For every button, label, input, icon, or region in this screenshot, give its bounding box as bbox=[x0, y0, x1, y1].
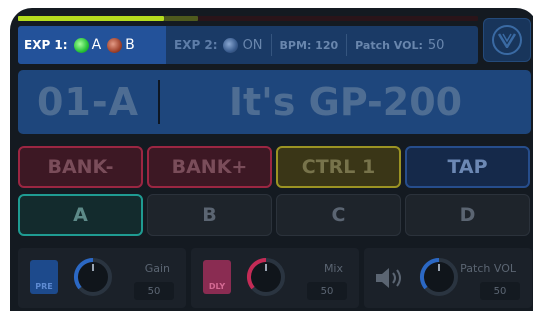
valeton-logo-icon bbox=[492, 25, 522, 55]
bank-up-button[interactable]: BANK+ bbox=[147, 146, 272, 188]
exp1-option-a[interactable]: A bbox=[73, 37, 102, 53]
exp1-group: EXP 1: A B bbox=[18, 26, 166, 64]
logo-button[interactable] bbox=[483, 18, 531, 62]
footswitch-c[interactable]: C bbox=[276, 194, 401, 236]
exp1-label: EXP 1: bbox=[24, 38, 68, 52]
dly-module[interactable]: DLY Mix 50 bbox=[191, 248, 359, 308]
patch-vol-param-label: Patch VOL bbox=[460, 262, 516, 275]
patch-vol-label: Patch VOL: bbox=[355, 38, 423, 52]
patch-vol-param-value: 50 bbox=[480, 282, 520, 300]
mix-knob-icon[interactable] bbox=[245, 256, 287, 298]
patch-vol-group[interactable]: Patch VOL: 50 bbox=[347, 33, 452, 57]
footswitch-d[interactable]: D bbox=[405, 194, 530, 236]
pre-module[interactable]: PRE Gain 50 bbox=[18, 248, 186, 308]
control-row: BANK- BANK+ CTRL 1 TAP bbox=[18, 146, 530, 188]
gain-knob-icon[interactable] bbox=[72, 256, 114, 298]
device-screen: EXP 1: A B EXP 2: ON BPM: 120 Patch VOL:… bbox=[10, 8, 533, 311]
patch-name: It's GP-200 bbox=[228, 80, 463, 124]
footswitch-row: A B C D bbox=[18, 194, 530, 236]
exp2-label: EXP 2: bbox=[174, 38, 218, 52]
footswitch-a[interactable]: A bbox=[18, 194, 143, 236]
speaker-icon bbox=[374, 266, 404, 296]
status-bar: EXP 1: A B EXP 2: ON BPM: 120 Patch VOL:… bbox=[18, 26, 478, 64]
patch-number: 01-A bbox=[36, 80, 140, 124]
gain-value: 50 bbox=[134, 282, 174, 300]
bpm-group[interactable]: BPM: 120 bbox=[272, 33, 347, 57]
exp1-option-b-label: B bbox=[125, 37, 135, 53]
volume-module[interactable]: Patch VOL 50 bbox=[364, 248, 532, 308]
exp2-value: ON bbox=[242, 37, 263, 53]
mix-value: 50 bbox=[307, 282, 347, 300]
level-meter bbox=[18, 16, 478, 21]
exp2-group[interactable]: EXP 2: ON bbox=[166, 33, 271, 57]
mix-label: Mix bbox=[323, 262, 343, 275]
exp1-option-a-label: A bbox=[91, 37, 102, 53]
gain-label: Gain bbox=[144, 262, 170, 275]
active-indicator-icon bbox=[73, 37, 89, 53]
bank-down-button[interactable]: BANK- bbox=[18, 146, 143, 188]
module-strip: PRE Gain 50 DLY Mix 50 Patch VOL 50 bbox=[18, 248, 532, 308]
ctrl1-button[interactable]: CTRL 1 bbox=[276, 146, 401, 188]
exp1-option-b[interactable]: B bbox=[107, 37, 135, 53]
inactive-indicator-icon bbox=[107, 37, 123, 53]
patch-vol-knob-icon[interactable] bbox=[418, 256, 460, 298]
exp2-indicator-icon bbox=[222, 37, 238, 53]
patch-display[interactable]: 01-A It's GP-200 bbox=[18, 70, 531, 134]
patch-vol-value: 50 bbox=[427, 37, 445, 53]
dly-pedal-icon: DLY bbox=[203, 260, 231, 294]
bpm-label: BPM: 120 bbox=[279, 38, 339, 52]
pre-pedal-icon: PRE bbox=[30, 260, 58, 294]
tap-button[interactable]: TAP bbox=[405, 146, 530, 188]
footswitch-b[interactable]: B bbox=[147, 194, 272, 236]
